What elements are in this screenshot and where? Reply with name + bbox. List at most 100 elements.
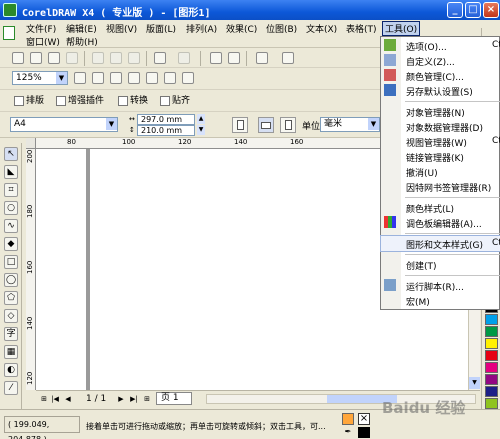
scroll-down-icon[interactable]: ▼ [469, 377, 480, 389]
next-page-icon[interactable]: ▶ [116, 394, 126, 404]
menu-item-view-manager[interactable]: 视图管理器(W) Ct [381, 134, 500, 149]
menu-item-object-manager[interactable]: 对象管理器(N) [381, 104, 500, 119]
typeset-button[interactable]: 排版 [14, 93, 44, 109]
import-icon[interactable] [210, 52, 222, 64]
menu-item-object-data-manager[interactable]: 对象数据管理器(D) [381, 119, 500, 134]
paste-icon[interactable] [128, 52, 140, 64]
zoom-page-height-icon[interactable] [182, 72, 194, 84]
palette-swatch[interactable] [485, 398, 498, 409]
zoom-all-objects-icon[interactable] [128, 72, 140, 84]
menu-view[interactable]: 视图(V) [106, 22, 137, 35]
pick-tool-icon[interactable]: ↖ [4, 147, 18, 161]
portrait-button[interactable] [232, 117, 248, 133]
application-launcher-icon[interactable] [256, 52, 268, 64]
paper-size-select[interactable]: A4 ▼ [10, 117, 118, 132]
menu-edit[interactable]: 编辑(E) [66, 22, 97, 35]
maximize-button[interactable]: □ [465, 2, 481, 18]
table-tool-icon[interactable]: ▦ [4, 345, 18, 359]
zoom-level-select[interactable]: 125% ▼ [12, 71, 68, 85]
fill-bucket-icon[interactable] [342, 413, 354, 425]
shape-tool-icon[interactable]: ◣ [4, 165, 18, 179]
menu-arrange[interactable]: 排列(A) [186, 22, 217, 35]
palette-swatch[interactable] [485, 374, 498, 385]
new-document-icon[interactable] [12, 52, 24, 64]
menu-item-run-script[interactable]: 运行脚本(R)... [381, 278, 500, 293]
snap-button[interactable]: 贴齐 [160, 93, 190, 109]
menu-help[interactable]: 帮助(H) [66, 35, 98, 48]
menu-text[interactable]: 文本(X) [306, 22, 337, 35]
menu-file[interactable]: 文件(F) [26, 22, 56, 35]
menu-item-internet-bookmark-manager[interactable]: 因特网书签管理器(R) [381, 179, 500, 194]
save-icon[interactable] [48, 52, 60, 64]
interactive-blend-tool-icon[interactable]: ◐ [4, 363, 18, 377]
rectangle-tool-icon[interactable]: □ [4, 255, 18, 269]
undo-icon[interactable] [154, 52, 166, 64]
text-tool-icon[interactable]: 字 [4, 327, 18, 341]
minimize-button[interactable]: _ [447, 2, 463, 18]
redo-icon[interactable] [178, 52, 190, 64]
menu-effects[interactable]: 效果(C) [226, 22, 257, 35]
basic-shapes-tool-icon[interactable]: ◇ [4, 309, 18, 323]
menu-window[interactable]: 窗口(W) [26, 35, 60, 48]
no-fill-icon[interactable]: × [358, 413, 370, 425]
menu-tools[interactable]: 工具(O) [382, 21, 421, 36]
page-width-field[interactable]: 297.0 mm [137, 114, 195, 125]
landscape-button[interactable] [258, 117, 274, 133]
menu-item-link-manager[interactable]: 链接管理器(K) [381, 149, 500, 164]
convert-button[interactable]: 转换 [118, 93, 148, 109]
menu-item-undo[interactable]: 撤消(U) [381, 164, 500, 179]
ruler-origin[interactable] [26, 138, 36, 149]
open-icon[interactable] [30, 52, 42, 64]
horizontal-ruler[interactable]: 80 100 120 140 160 [36, 138, 380, 149]
zoom-selected-icon[interactable] [110, 72, 122, 84]
menu-item-customize[interactable]: 自定义(Z)... [381, 53, 500, 68]
eyedropper-tool-icon[interactable]: ⁄ [4, 381, 18, 395]
palette-swatch[interactable] [485, 386, 498, 397]
menu-item-create[interactable]: 创建(T) [381, 257, 500, 272]
add-page-icon[interactable]: ⊞ [39, 394, 49, 404]
outline-pen-icon[interactable]: ✒ [342, 427, 354, 437]
menu-item-graphic-text-styles[interactable]: 图形和文本样式(G) Ct [380, 235, 500, 252]
zoom-out-icon[interactable] [92, 72, 104, 84]
palette-swatch[interactable] [485, 362, 498, 373]
polygon-tool-icon[interactable]: ⬠ [4, 291, 18, 305]
menu-item-save-defaults[interactable]: 另存默认设置(S) [381, 83, 500, 98]
palette-swatch[interactable] [485, 338, 498, 349]
page-tab[interactable]: 页 1 [156, 392, 192, 405]
first-page-icon[interactable]: |◀ [50, 394, 60, 404]
outline-color-swatch[interactable] [358, 427, 370, 438]
document-icon[interactable] [3, 26, 15, 40]
menu-item-palette-editor[interactable]: 调色板编辑器(A)... [381, 215, 500, 230]
palette-swatch[interactable] [485, 314, 498, 325]
menu-bitmaps[interactable]: 位图(B) [266, 22, 297, 35]
palette-swatch[interactable] [485, 350, 498, 361]
menu-layout[interactable]: 版面(L) [146, 22, 176, 35]
cut-icon[interactable] [92, 52, 104, 64]
export-icon[interactable] [228, 52, 240, 64]
menu-table[interactable]: 表格(T) [346, 22, 377, 35]
menu-item-options[interactable]: 选项(O)... Ct [381, 38, 500, 53]
enhanced-plugin-button[interactable]: 增强插件 [56, 93, 104, 109]
close-button[interactable]: × [483, 2, 499, 18]
zoom-page-icon[interactable] [146, 72, 158, 84]
unit-select[interactable]: 毫米 ▼ [320, 117, 380, 132]
freehand-tool-icon[interactable]: ∿ [4, 219, 18, 233]
height-spinner[interactable]: ▼ [197, 125, 205, 135]
width-spinner[interactable]: ▲ [197, 114, 205, 124]
page-height-field[interactable]: 210.0 mm [137, 125, 195, 136]
copy-icon[interactable] [110, 52, 122, 64]
welcome-screen-icon[interactable] [282, 52, 294, 64]
menu-item-macros[interactable]: 宏(M) [381, 293, 500, 308]
smart-fill-tool-icon[interactable]: ◆ [4, 237, 18, 251]
zoom-page-width-icon[interactable] [164, 72, 176, 84]
print-icon[interactable] [66, 52, 78, 64]
menu-item-color-management[interactable]: 颜色管理(C)... [381, 68, 500, 83]
all-pages-button[interactable] [280, 117, 296, 133]
last-page-icon[interactable]: ▶| [129, 394, 139, 404]
vertical-ruler[interactable]: 200 180 160 140 120 [26, 149, 36, 390]
zoom-tool-icon[interactable]: ○ [4, 201, 18, 215]
zoom-in-icon[interactable] [74, 72, 86, 84]
menu-item-color-styles[interactable]: 颜色样式(L) [381, 200, 500, 215]
previous-page-icon[interactable]: ◀ [63, 394, 73, 404]
crop-tool-icon[interactable]: ⌗ [4, 183, 18, 197]
